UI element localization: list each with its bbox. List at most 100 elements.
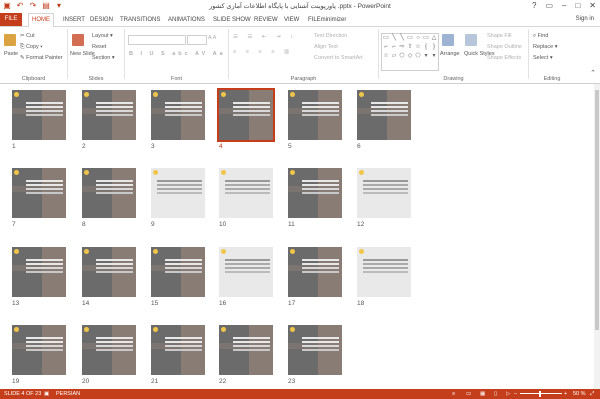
slide-thumbnail[interactable] bbox=[288, 90, 342, 140]
shape-fill-button[interactable]: Shape Fill bbox=[487, 33, 511, 39]
paste-button[interactable]: Paste bbox=[4, 51, 18, 57]
slide-number: 17 bbox=[288, 300, 296, 307]
slide-thumbnail[interactable] bbox=[12, 247, 66, 297]
convert-smartart-button[interactable]: Convert to SmartArt bbox=[314, 55, 363, 61]
drawing-group-label: Drawing bbox=[443, 76, 464, 82]
vertical-scrollbar[interactable] bbox=[594, 84, 600, 389]
font-group-label: Font bbox=[170, 76, 182, 82]
font-name-select[interactable] bbox=[128, 35, 186, 45]
slide-number: 20 bbox=[82, 378, 90, 385]
notes-button[interactable]: ≡ bbox=[452, 389, 455, 399]
copy-button[interactable]: ⎘ Copy ▾ bbox=[20, 44, 43, 51]
language-status[interactable]: PERSIAN bbox=[56, 389, 80, 399]
slide-thumbnail[interactable] bbox=[357, 168, 411, 218]
tab-design[interactable]: DESIGN bbox=[90, 14, 113, 26]
editing-group: ⌕ Find Replace ▾ Select ▾ Editing bbox=[529, 29, 575, 82]
select-button[interactable]: Select ▾ bbox=[533, 55, 553, 61]
slide-thumbnail[interactable] bbox=[82, 247, 136, 297]
slide-number: 21 bbox=[151, 378, 159, 385]
ribbon: Paste ✂ Cut ⎘ Copy ▾ ✎ Format Painter Cl… bbox=[0, 27, 600, 84]
font-size-buttons[interactable]: A A bbox=[208, 35, 216, 41]
collapse-ribbon-icon[interactable]: ⌃ bbox=[590, 69, 596, 77]
slide-thumbnail[interactable] bbox=[217, 88, 275, 142]
title-bar: ▣ ↶ ↷ ▤ ▾ پاورپوینت آشنایی با پایگاه اطل… bbox=[0, 0, 600, 13]
normal-view-icon[interactable]: ▭ bbox=[466, 389, 471, 399]
slide-thumbnail[interactable] bbox=[219, 325, 273, 375]
new-slide-icon[interactable] bbox=[72, 34, 84, 46]
section-button[interactable]: Section ▾ bbox=[92, 55, 115, 61]
slide-thumbnail[interactable] bbox=[219, 247, 273, 297]
list-buttons[interactable]: ☰ ☰ ⇤ ⇥ ↕ bbox=[233, 34, 297, 40]
maximize-icon[interactable]: □ bbox=[575, 1, 580, 10]
replace-button[interactable]: Replace ▾ bbox=[533, 44, 557, 50]
slide-number: 15 bbox=[151, 300, 159, 307]
slide-thumbnail[interactable] bbox=[357, 247, 411, 297]
slide-thumbnail[interactable] bbox=[82, 325, 136, 375]
slide-thumbnail[interactable] bbox=[288, 247, 342, 297]
slide-thumbnail[interactable] bbox=[151, 168, 205, 218]
paste-icon[interactable] bbox=[4, 34, 16, 46]
window-controls: ? ▭ – □ ✕ bbox=[532, 1, 596, 10]
arrange-button[interactable]: Arrange bbox=[440, 51, 460, 57]
slide-sorter-view-icon[interactable]: ▦ bbox=[480, 389, 485, 399]
zoom-slider[interactable] bbox=[520, 393, 562, 394]
tab-transitions[interactable]: TRANSITIONS bbox=[120, 14, 160, 26]
quick-styles-icon[interactable] bbox=[465, 34, 477, 46]
arrange-icon[interactable] bbox=[442, 34, 454, 46]
find-button[interactable]: ⌕ Find bbox=[533, 33, 548, 40]
reset-button[interactable]: Reset bbox=[92, 44, 106, 50]
slide-thumbnail[interactable] bbox=[82, 168, 136, 218]
zoom-in-button[interactable]: + bbox=[564, 389, 567, 399]
shape-outline-button[interactable]: Shape Outline bbox=[487, 44, 522, 50]
close-icon[interactable]: ✕ bbox=[589, 1, 596, 10]
slide-thumbnail[interactable] bbox=[151, 90, 205, 140]
slide-thumbnail[interactable] bbox=[219, 168, 273, 218]
tab-view[interactable]: VIEW bbox=[284, 14, 299, 26]
tab-animations[interactable]: ANIMATIONS bbox=[168, 14, 205, 26]
zoom-slider-thumb[interactable] bbox=[539, 391, 541, 397]
align-text-button[interactable]: Align Text bbox=[314, 44, 338, 50]
help-icon[interactable]: ? bbox=[532, 1, 536, 10]
slide-number: 13 bbox=[12, 300, 20, 307]
slide-show-view-icon[interactable]: ▷ bbox=[506, 389, 510, 399]
tab-review[interactable]: REVIEW bbox=[254, 14, 278, 26]
window-title: پاورپوینت آشنایی با پایگاه اطلاعات آماری… bbox=[209, 3, 391, 10]
tab-home[interactable]: HOME bbox=[28, 13, 54, 27]
tab-file[interactable]: FILE bbox=[0, 13, 22, 26]
slide-number: 5 bbox=[288, 143, 292, 150]
slide-number: 14 bbox=[82, 300, 90, 307]
shapes-gallery[interactable]: ▭ ╲ ╲ ▭ ○ ▭ △ ⌐ ⌐ ⇨ ⇧ ☆{} ☆ ▱ ⬡ ◇ ⬠ ▾ ▾ bbox=[381, 33, 439, 71]
slide-thumbnail[interactable] bbox=[12, 325, 66, 375]
slide-thumbnail[interactable] bbox=[288, 168, 342, 218]
minimize-icon[interactable]: – bbox=[562, 1, 566, 10]
zoom-level[interactable]: 50 % bbox=[573, 389, 586, 399]
tab-insert[interactable]: INSERT bbox=[63, 14, 85, 26]
slide-thumbnail[interactable] bbox=[82, 90, 136, 140]
font-group: A A B I U S abc AV Aa Font bbox=[125, 29, 229, 82]
layout-button[interactable]: Layout ▾ bbox=[92, 33, 113, 39]
font-format-buttons[interactable]: B I U S abc AV Aa bbox=[129, 51, 226, 57]
cut-button[interactable]: ✂ Cut bbox=[20, 33, 35, 39]
spell-check-icon[interactable]: ▣ bbox=[44, 389, 49, 399]
slide-number: 16 bbox=[219, 300, 227, 307]
slide-thumbnail[interactable] bbox=[357, 90, 411, 140]
tab-slide-show[interactable]: SLIDE SHOW bbox=[213, 14, 251, 26]
sign-in-link[interactable]: Sign in bbox=[576, 16, 594, 22]
slide-thumbnail[interactable] bbox=[151, 325, 205, 375]
align-buttons[interactable]: ≡ ≡ ≡ ≡ ▥ bbox=[233, 49, 293, 55]
fit-to-window-icon[interactable]: ⤢ bbox=[590, 389, 594, 399]
slide-thumbnail[interactable] bbox=[12, 168, 66, 218]
slide-thumbnail[interactable] bbox=[12, 90, 66, 140]
zoom-out-button[interactable]: – bbox=[514, 389, 517, 399]
slide-number: 19 bbox=[12, 378, 20, 385]
slide-thumbnail[interactable] bbox=[151, 247, 205, 297]
slide-thumbnail[interactable] bbox=[288, 325, 342, 375]
format-painter-button[interactable]: ✎ Format Painter bbox=[20, 55, 63, 61]
text-direction-button[interactable]: Text Direction bbox=[314, 33, 347, 39]
font-size-select[interactable] bbox=[187, 35, 207, 45]
shape-effects-button[interactable]: Shape Effects bbox=[487, 55, 521, 61]
reading-view-icon[interactable]: ▯ bbox=[494, 389, 497, 399]
ribbon-display-icon[interactable]: ▭ bbox=[545, 1, 553, 10]
tab-fileminimizer[interactable]: FILEminimizer bbox=[308, 14, 346, 26]
scrollbar-thumb[interactable] bbox=[595, 90, 599, 330]
